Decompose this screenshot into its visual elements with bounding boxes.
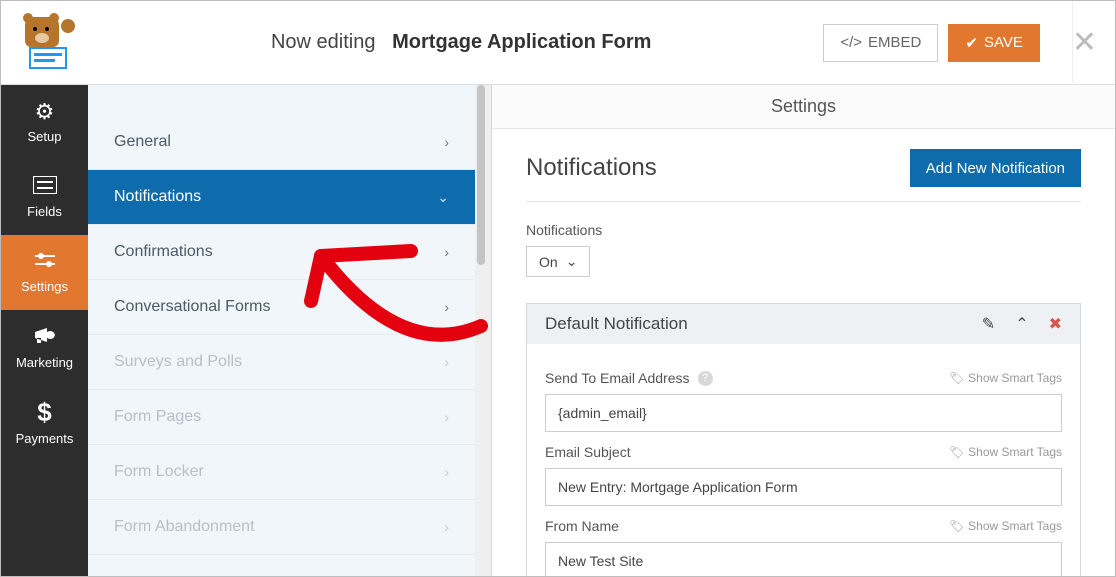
rail-item-fields[interactable]: Fields	[1, 160, 88, 235]
app-logo	[19, 13, 79, 73]
top-bar: Now editing Mortgage Application Form </…	[1, 1, 1115, 85]
edit-icon[interactable]: ✎	[982, 314, 995, 334]
submenu-label: Confirmations	[114, 243, 213, 261]
tag-icon: 🏷	[949, 371, 964, 385]
chevron-right-icon: ›	[444, 409, 449, 425]
scrollbar[interactable]	[475, 85, 491, 576]
smart-tags-link[interactable]: 🏷 Show Smart Tags	[949, 445, 1062, 459]
subject-input[interactable]	[545, 468, 1062, 506]
rail-item-setup[interactable]: ⚙ Setup	[1, 85, 88, 160]
chevron-right-icon: ›	[444, 354, 449, 370]
send-to-label: Send To Email Address	[545, 370, 690, 386]
dollar-icon: $	[37, 399, 51, 425]
submenu-item-confirmations[interactable]: Confirmations ›	[88, 225, 475, 280]
add-notification-label: Add New Notification	[926, 160, 1065, 177]
left-rail: ⚙ Setup Fields Settings Marketing	[1, 85, 88, 576]
sliders-icon	[33, 251, 57, 273]
close-icon[interactable]: ✕	[1072, 28, 1097, 58]
help-icon[interactable]: ?	[698, 371, 713, 386]
rail-item-payments[interactable]: $ Payments	[1, 385, 88, 460]
submenu-label: Surveys and Polls	[114, 353, 242, 371]
rail-item-settings[interactable]: Settings	[1, 235, 88, 310]
chevron-down-icon: ⌄	[566, 253, 578, 270]
chevron-right-icon: ›	[444, 519, 449, 535]
collapse-icon[interactable]: ⌃	[1015, 314, 1028, 334]
smart-tags-link[interactable]: 🏷 Show Smart Tags	[949, 519, 1062, 533]
add-notification-button[interactable]: Add New Notification	[910, 149, 1081, 187]
submenu-item-notifications[interactable]: Notifications ⌄	[88, 170, 475, 225]
from-name-label: From Name	[545, 518, 619, 534]
settings-submenu: General › Notifications ⌄ Confirmations …	[88, 85, 492, 576]
submenu-item-general[interactable]: General ›	[88, 115, 475, 170]
submenu-label: Form Pages	[114, 408, 201, 426]
rail-label: Settings	[21, 279, 68, 294]
panel-title: Notifications	[526, 154, 657, 182]
form-name: Mortgage Application Form	[392, 31, 651, 53]
tag-icon: 🏷	[949, 519, 964, 533]
rail-label: Fields	[27, 204, 62, 219]
delete-icon[interactable]: ✖	[1049, 314, 1062, 334]
list-icon	[33, 176, 57, 198]
rail-label: Setup	[28, 129, 62, 144]
submenu-item-form-abandonment[interactable]: Form Abandonment ›	[88, 500, 475, 555]
rail-label: Payments	[16, 431, 74, 446]
chevron-right-icon: ›	[444, 134, 449, 150]
submenu-item-conversational-forms[interactable]: Conversational Forms ›	[88, 280, 475, 335]
chevron-right-icon: ›	[444, 464, 449, 480]
smart-tags-label: Show Smart Tags	[968, 519, 1062, 533]
rail-label: Marketing	[16, 355, 73, 370]
submenu-item-form-pages[interactable]: Form Pages ›	[88, 390, 475, 445]
bullhorn-icon	[33, 325, 57, 349]
page-title: Now editing Mortgage Application Form	[99, 31, 823, 54]
save-button[interactable]: ✔ SAVE	[948, 24, 1039, 62]
send-to-input[interactable]	[545, 394, 1062, 432]
chevron-right-icon: ›	[444, 299, 449, 315]
submenu-label: Form Abandonment	[114, 518, 255, 536]
submenu-item-surveys-polls[interactable]: Surveys and Polls ›	[88, 335, 475, 390]
embed-label: EMBED	[868, 34, 921, 51]
smart-tags-link[interactable]: 🏷 Show Smart Tags	[949, 371, 1062, 385]
subject-label: Email Subject	[545, 444, 631, 460]
editing-prefix: Now editing	[271, 31, 376, 53]
chevron-right-icon: ›	[444, 244, 449, 260]
tag-icon: 🏷	[949, 445, 964, 459]
notification-card: Default Notification ✎ ⌃ ✖ Send To Email…	[526, 303, 1081, 576]
submenu-label: Notifications	[114, 188, 201, 206]
smart-tags-label: Show Smart Tags	[968, 445, 1062, 459]
card-title: Default Notification	[545, 314, 688, 334]
save-label: SAVE	[984, 34, 1023, 51]
code-icon: </>	[840, 34, 862, 51]
chevron-down-icon: ⌄	[437, 189, 449, 206]
submenu-label: Form Locker	[114, 463, 204, 481]
breadcrumb: Settings	[492, 85, 1115, 129]
check-icon: ✔	[965, 34, 978, 52]
submenu-item-form-locker[interactable]: Form Locker ›	[88, 445, 475, 500]
smart-tags-label: Show Smart Tags	[968, 371, 1062, 385]
gear-icon: ⚙	[35, 101, 55, 123]
embed-button[interactable]: </> EMBED	[823, 24, 938, 62]
submenu-label: Conversational Forms	[114, 298, 271, 316]
rail-item-marketing[interactable]: Marketing	[1, 310, 88, 385]
notifications-toggle[interactable]: On ⌄	[526, 246, 590, 277]
from-name-input[interactable]	[545, 542, 1062, 576]
submenu-label: General	[114, 133, 171, 151]
toggle-value: On	[539, 254, 558, 270]
notifications-toggle-label: Notifications	[526, 222, 1081, 238]
